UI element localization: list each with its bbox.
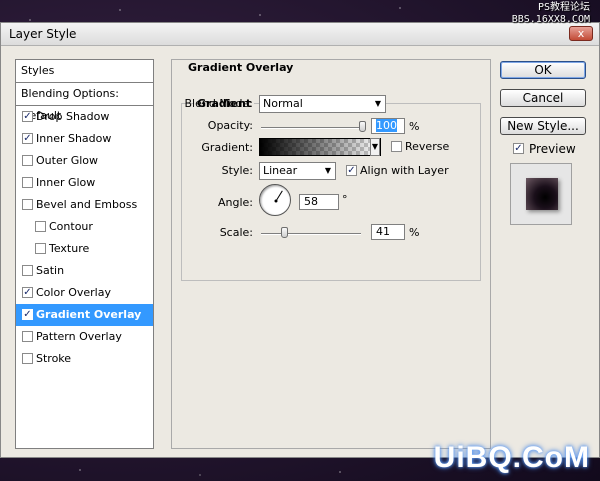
style-checkbox[interactable] (35, 243, 46, 254)
section-title: Gradient Overlay (188, 61, 294, 74)
align-with-layer-label: Align with Layer (360, 164, 449, 177)
style-item-label: Bevel and Emboss (36, 198, 138, 211)
chevron-down-icon: ▼ (374, 99, 381, 108)
watermark-top: PS教程论坛 BBS.16XX8.COM (512, 2, 590, 26)
angle-unit: ° (342, 193, 348, 206)
style-item-label: Drop Shadow (36, 110, 110, 123)
angle-dial[interactable] (259, 184, 291, 216)
style-value: Linear (263, 164, 298, 177)
title-bar[interactable]: Layer Style x (1, 23, 599, 46)
opacity-label: Opacity: (207, 119, 253, 132)
style-checkbox[interactable] (22, 353, 33, 364)
styles-panel: Styles Blending Options: Default ✓ Drop S… (15, 59, 154, 449)
style-checkbox[interactable]: ✓ (22, 133, 33, 144)
style-item-pattern-overlay[interactable]: Pattern Overlay (16, 326, 153, 348)
style-select[interactable]: Linear ▼ (259, 162, 336, 180)
gradient-swatch[interactable] (259, 138, 381, 156)
chevron-down-icon: ▼ (371, 142, 379, 151)
cancel-button[interactable]: Cancel (500, 89, 586, 107)
style-item-outer-glow[interactable]: Outer Glow (16, 150, 153, 172)
style-checkbox[interactable]: ✓ (22, 287, 33, 298)
angle-input[interactable]: 58 (299, 194, 339, 210)
style-checkbox[interactable] (22, 177, 33, 188)
ok-button[interactable]: OK (500, 61, 586, 79)
watermark-bottom: UiBQ.CoM (433, 441, 590, 474)
preview-label: Preview (529, 142, 576, 156)
window-title: Layer Style (9, 27, 77, 41)
style-item-label: Stroke (36, 352, 72, 365)
style-item-texture[interactable]: Texture (16, 238, 153, 260)
style-label: Style: (221, 164, 253, 177)
style-item-label: Inner Shadow (36, 132, 112, 145)
opacity-value: 100 (376, 119, 397, 132)
style-item-drop-shadow[interactable]: ✓ Drop Shadow (16, 106, 153, 128)
style-checkbox[interactable] (22, 199, 33, 210)
scale-value: 41 (376, 225, 390, 238)
align-with-layer-checkbox[interactable]: ✓ (346, 165, 357, 176)
watermark-top-line1: PS教程论坛 (537, 2, 590, 13)
style-item-label: Texture (49, 242, 90, 255)
style-item-label: Satin (36, 264, 65, 277)
layer-style-dialog: Layer Style x Styles Blending Options: D… (0, 22, 600, 458)
scale-input[interactable]: 41 (371, 224, 405, 240)
watermark-top-line2: BBS.16XX8.COM (511, 14, 590, 25)
style-checkbox[interactable]: ✓ (22, 111, 33, 122)
style-checkbox[interactable] (22, 265, 33, 276)
style-item-label: Inner Glow (36, 176, 96, 189)
style-checkbox[interactable] (22, 155, 33, 166)
close-button[interactable]: x (569, 26, 593, 41)
reverse-label: Reverse (405, 140, 450, 153)
preview-thumbnail (510, 163, 572, 225)
opacity-input[interactable]: 100 (371, 118, 405, 134)
blend-mode-select[interactable]: Normal ▼ (259, 95, 386, 113)
opacity-slider-track[interactable] (261, 127, 363, 129)
blend-mode-label: Blend Mode: (184, 97, 254, 110)
style-item-label: Outer Glow (36, 154, 99, 167)
new-style-button[interactable]: New Style... (500, 117, 586, 135)
close-icon: x (577, 27, 585, 40)
style-checkbox[interactable]: ✓ (22, 309, 33, 320)
scale-slider-thumb[interactable] (280, 227, 288, 238)
style-checkbox[interactable] (22, 331, 33, 342)
scale-unit: % (409, 226, 420, 239)
scale-slider-track[interactable] (261, 233, 361, 235)
styles-header[interactable]: Styles (16, 60, 153, 83)
style-item-contour[interactable]: Contour (16, 216, 153, 238)
scale-label: Scale: (219, 226, 253, 239)
angle-dial-needle (274, 190, 283, 203)
opacity-slider-thumb[interactable] (359, 121, 366, 132)
style-item-gradient-overlay[interactable]: ✓ Gradient Overlay (16, 304, 153, 326)
style-item-label: Contour (49, 220, 93, 233)
style-item-label: Gradient Overlay (36, 308, 142, 321)
angle-value: 58 (304, 195, 318, 208)
style-checkbox[interactable] (35, 221, 46, 232)
preview-swatch (526, 178, 558, 210)
blend-mode-value: Normal (263, 97, 303, 110)
opacity-unit: % (409, 120, 420, 133)
style-item-inner-glow[interactable]: Inner Glow (16, 172, 153, 194)
style-item-stroke[interactable]: Stroke (16, 348, 153, 370)
style-item-bevel-and-emboss[interactable]: Bevel and Emboss (16, 194, 153, 216)
preview-checkbox[interactable]: ✓ (513, 143, 524, 154)
angle-label: Angle: (217, 196, 253, 209)
gradient-picker-button[interactable]: ▼ (370, 138, 380, 156)
gradient-label: Gradient: (201, 141, 253, 154)
style-items-list: ✓ Drop Shadow ✓ Inner Shadow Outer Glow Inner… (16, 106, 153, 370)
style-item-label: Pattern Overlay (36, 330, 122, 343)
reverse-checkbox[interactable] (391, 141, 402, 152)
chevron-down-icon: ▼ (324, 166, 331, 175)
style-item-inner-shadow[interactable]: ✓ Inner Shadow (16, 128, 153, 150)
style-item-label: Color Overlay (36, 286, 111, 299)
style-item-color-overlay[interactable]: ✓ Color Overlay (16, 282, 153, 304)
blending-options-item[interactable]: Blending Options: Default (16, 83, 153, 122)
style-item-satin[interactable]: Satin (16, 260, 153, 282)
